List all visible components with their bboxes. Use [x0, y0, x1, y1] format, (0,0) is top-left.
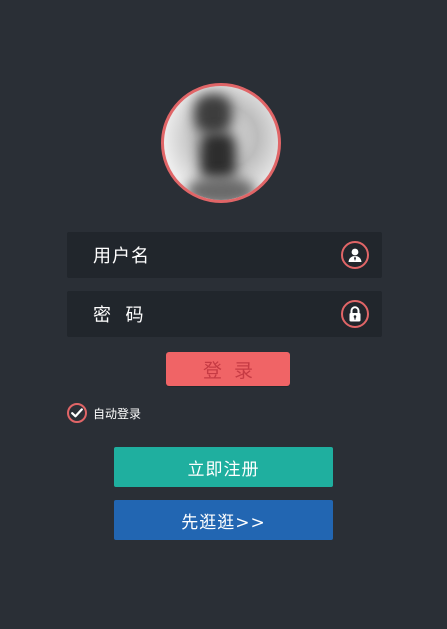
- register-button[interactable]: 立即注册: [114, 447, 333, 487]
- password-field[interactable]: 密 码: [67, 291, 382, 337]
- user-icon: [341, 241, 369, 269]
- auto-login-option[interactable]: 自动登录: [67, 403, 141, 423]
- checkmark-icon[interactable]: [67, 403, 87, 423]
- avatar-photo-shade: [186, 176, 256, 200]
- avatar-photo-body: [200, 132, 236, 180]
- lock-icon: [341, 300, 369, 328]
- user-avatar[interactable]: [161, 83, 281, 203]
- login-button[interactable]: 登录: [166, 352, 290, 386]
- username-label: 用户名: [93, 246, 150, 267]
- auto-login-label: 自动登录: [93, 406, 142, 421]
- browse-button[interactable]: 先逛逛>>: [114, 500, 333, 540]
- password-label: 密 码: [93, 305, 145, 326]
- avatar-photo: [194, 94, 232, 134]
- username-field[interactable]: 用户名: [67, 232, 382, 278]
